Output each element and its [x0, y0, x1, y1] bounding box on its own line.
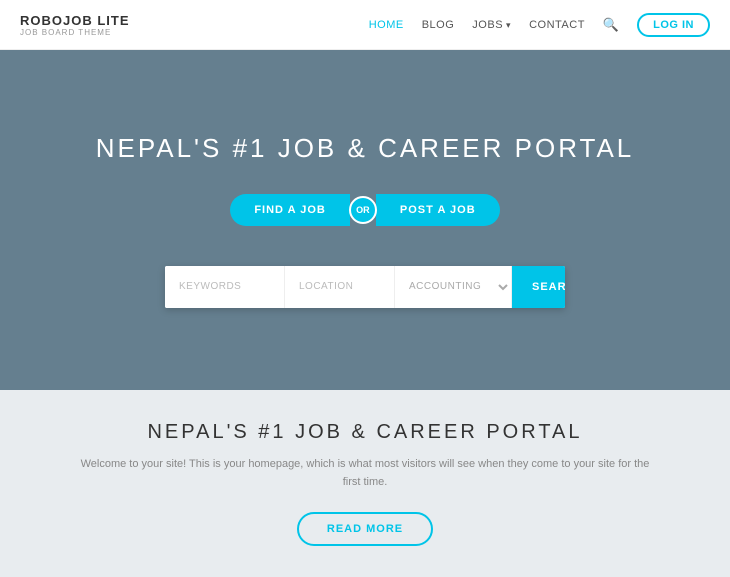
- category-select[interactable]: ACCOUNTING ENGINEERING MARKETING DESIGN …: [395, 266, 512, 308]
- bottom-description: Welcome to your site! This is your homep…: [75, 456, 655, 491]
- search-icon[interactable]: 🔍: [603, 17, 619, 33]
- post-job-button[interactable]: POST A JOB: [376, 194, 500, 226]
- search-button[interactable]: SEARCH: [512, 266, 565, 308]
- hero-title: NEPAL'S #1 JOB & CAREER PORTAL: [96, 133, 635, 164]
- nav-contact[interactable]: CONTACT: [529, 19, 585, 31]
- main-nav: HOME BLOG JOBS CONTACT 🔍 LOG IN: [369, 13, 710, 37]
- nav-jobs[interactable]: JOBS: [472, 19, 511, 31]
- nav-home[interactable]: HOME: [369, 19, 404, 31]
- bottom-title: NEPAL'S #1 JOB & CAREER PORTAL: [147, 421, 582, 444]
- logo: ROBOJOB LITE JOB BOARD THEME: [20, 13, 130, 37]
- search-bar: ACCOUNTING ENGINEERING MARKETING DESIGN …: [165, 266, 565, 308]
- location-input[interactable]: [285, 266, 395, 308]
- nav-blog[interactable]: BLOG: [422, 19, 455, 31]
- find-job-button[interactable]: FIND A JOB: [230, 194, 350, 226]
- hero-content: NEPAL'S #1 JOB & CAREER PORTAL FIND A JO…: [0, 133, 730, 308]
- login-button[interactable]: LOG IN: [637, 13, 710, 37]
- or-badge: OR: [349, 196, 377, 224]
- bottom-section: NEPAL'S #1 JOB & CAREER PORTAL Welcome t…: [0, 390, 730, 577]
- logo-title: ROBOJOB LITE: [20, 13, 130, 28]
- header: ROBOJOB LITE JOB BOARD THEME HOME BLOG J…: [0, 0, 730, 50]
- keywords-input[interactable]: [165, 266, 285, 308]
- logo-sub: JOB BOARD THEME: [20, 28, 130, 37]
- read-more-button[interactable]: READ MORE: [297, 512, 433, 546]
- hero-section: NEPAL'S #1 JOB & CAREER PORTAL FIND A JO…: [0, 0, 730, 390]
- cta-buttons: FIND A JOB OR POST A JOB: [230, 194, 499, 226]
